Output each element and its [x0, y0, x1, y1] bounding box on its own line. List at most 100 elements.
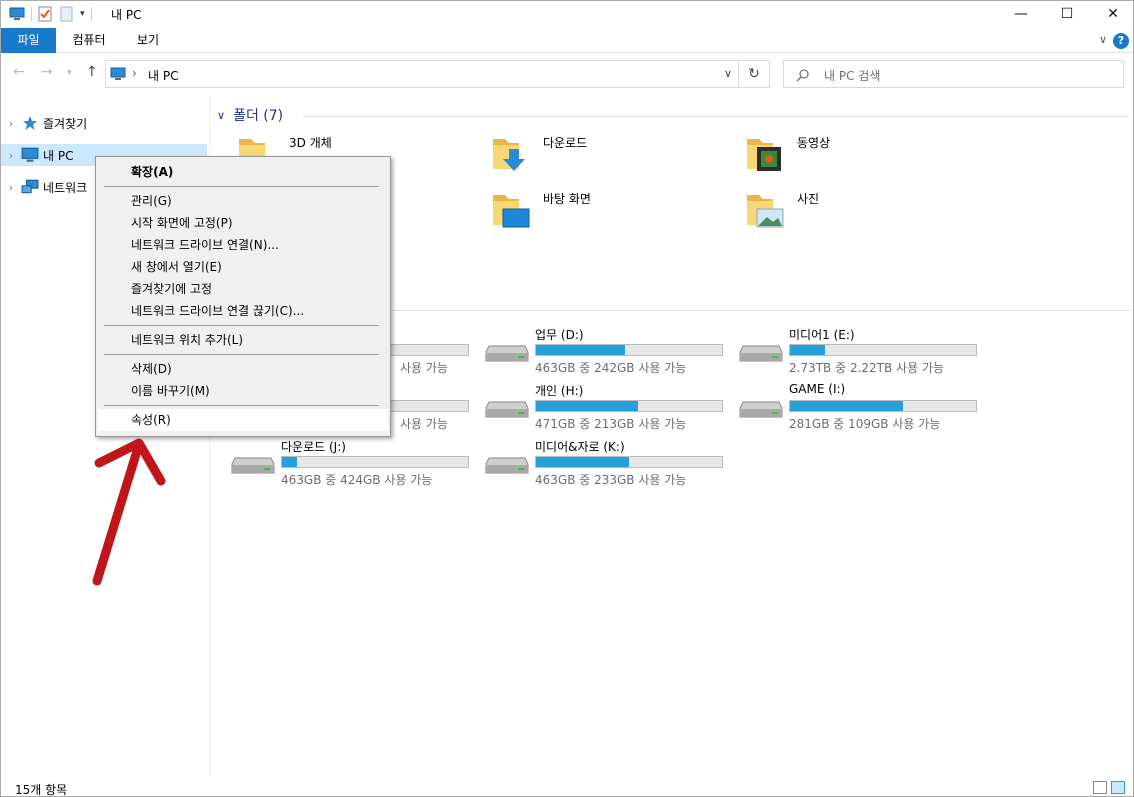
drive-item[interactable]: 다운로드 (J:) 463GB 중 424GB 사용 가능: [231, 438, 481, 490]
drive-usage-bar: [789, 344, 977, 356]
details-view-icon[interactable]: [1093, 781, 1107, 794]
drive-name: 다운로드 (J:): [281, 440, 346, 454]
drive-usage-fill: [790, 345, 826, 355]
expand-chevron-icon[interactable]: ›: [1, 149, 21, 162]
expand-chevron-icon[interactable]: ›: [1, 117, 21, 130]
drive-usage-bar: [281, 456, 469, 468]
folder-item[interactable]: 사진: [745, 189, 995, 237]
menu-item-add-network-location[interactable]: 네트워크 위치 추가(L): [98, 329, 388, 351]
sidebar-item-label: 즐겨찾기: [43, 116, 88, 131]
menu-item-map-network-drive[interactable]: 네트워크 드라이브 연결(N)...: [98, 234, 388, 256]
menu-separator: [104, 405, 379, 406]
ribbon-tabs: 파일 컴퓨터 보기 ∨ ?: [1, 28, 1133, 53]
new-folder-icon[interactable]: [60, 6, 74, 22]
tab-file[interactable]: 파일: [1, 28, 56, 53]
drive-name: 개인 (H:): [535, 384, 584, 398]
sidebar-item-label: 내 PC: [43, 148, 74, 163]
expand-chevron-icon[interactable]: ›: [1, 181, 21, 194]
menu-item-open-new-window[interactable]: 새 창에서 열기(E): [98, 256, 388, 278]
file-explorer-window: ▾ 내 PC — ☐ ✕ 파일 컴퓨터 보기 ∨ ? ← → ▾ ↑ › 내 P…: [0, 0, 1134, 797]
drive-usage-fill: [790, 401, 904, 411]
drive-free-space: 사용 가능: [400, 361, 448, 375]
menu-item-properties[interactable]: 속성(R): [98, 409, 388, 431]
tab-view[interactable]: 보기: [125, 28, 171, 53]
drive-free-space: 463GB 중 424GB 사용 가능: [281, 473, 433, 487]
pictures-folder-icon: [747, 195, 784, 228]
drive-free-space: 463GB 중 242GB 사용 가능: [535, 361, 687, 375]
folder-item[interactable]: 바탕 화면: [491, 189, 741, 237]
search-input[interactable]: 내 PC 검색: [783, 60, 1124, 88]
collapse-chevron-icon[interactable]: ∨: [217, 109, 225, 122]
drive-usage-bar: [535, 456, 723, 468]
navigation-bar: ← → ▾ ↑ › 내 PC ∨ ↻ 내 PC 검색: [1, 59, 1133, 89]
drive-item[interactable]: GAME (I:) 281GB 중 109GB 사용 가능: [739, 382, 989, 434]
recent-locations-icon[interactable]: ▾: [67, 68, 72, 78]
drive-item[interactable]: 개인 (H:) 471GB 중 213GB 사용 가능: [485, 382, 735, 434]
forward-arrow-icon[interactable]: →: [41, 64, 53, 80]
sidebar-item-label: 네트워크: [43, 180, 88, 195]
drive-item[interactable]: 미디어&자로 (K:) 463GB 중 233GB 사용 가능: [485, 438, 735, 490]
menu-item-delete[interactable]: 삭제(D): [98, 358, 388, 380]
divider: [90, 7, 92, 21]
folders-group-header[interactable]: ∨ 폴더 (7): [217, 105, 283, 125]
downloads-folder-icon: [493, 139, 525, 171]
drive-usage-fill: [282, 457, 297, 467]
expand-ribbon-icon[interactable]: ∨: [1099, 33, 1107, 46]
status-bar: 15개 항목: [1, 778, 1133, 797]
drive-item[interactable]: 미디어1 (E:) 2.73TB 중 2.22TB 사용 가능: [739, 326, 989, 378]
breadcrumb-chevron-icon[interactable]: ›: [132, 66, 137, 80]
folder-name: 바탕 화면: [543, 192, 591, 206]
item-count: 15개 항목: [15, 783, 68, 797]
view-switcher: [1093, 781, 1125, 794]
annotation-arrow-icon: [92, 438, 166, 586]
hard-drive-icon: [485, 457, 529, 474]
menu-item-manage[interactable]: 관리(G): [98, 190, 388, 212]
videos-folder-icon: [747, 139, 781, 171]
drive-usage-bar: [535, 400, 723, 412]
window-title: 내 PC: [111, 8, 142, 22]
network-icon: [21, 179, 39, 194]
drive-usage-bar: [535, 344, 723, 356]
drive-item[interactable]: 업무 (D:) 463GB 중 242GB 사용 가능: [485, 326, 735, 378]
computer-icon: [110, 67, 126, 80]
hard-drive-icon: [231, 457, 275, 474]
help-button[interactable]: ?: [1113, 33, 1129, 49]
drive-free-space: 281GB 중 109GB 사용 가능: [789, 417, 941, 431]
drive-free-space: 463GB 중 233GB 사용 가능: [535, 473, 687, 487]
folder-name: 동영상: [797, 136, 831, 150]
address-history-dropdown-icon[interactable]: ∨: [724, 67, 732, 80]
sidebar-item-favorites[interactable]: › 즐겨찾기: [1, 112, 207, 134]
hard-drive-icon: [739, 401, 783, 418]
tab-computer[interactable]: 컴퓨터: [63, 28, 115, 53]
breadcrumb[interactable]: 내 PC: [148, 67, 178, 84]
minimize-button[interactable]: —: [998, 1, 1044, 27]
large-icons-view-icon[interactable]: [1111, 781, 1125, 794]
folder-item[interactable]: 다운로드: [491, 133, 741, 181]
up-arrow-icon[interactable]: ↑: [86, 64, 98, 80]
menu-item-pin-to-start[interactable]: 시작 화면에 고정(P): [98, 212, 388, 234]
refresh-button[interactable]: ↻: [739, 60, 770, 88]
menu-item-expand[interactable]: 확장(A): [98, 161, 388, 183]
back-arrow-icon[interactable]: ←: [13, 64, 25, 80]
maximize-button[interactable]: ☐: [1044, 1, 1090, 27]
context-menu: 확장(A) 관리(G) 시작 화면에 고정(P) 네트워크 드라이브 연결(N)…: [95, 156, 391, 437]
folder-item[interactable]: 동영상: [745, 133, 995, 181]
address-bar[interactable]: › 내 PC ∨: [105, 60, 739, 88]
desktop-folder-icon: [493, 195, 530, 228]
menu-separator: [104, 325, 379, 326]
customize-toolbar-icon[interactable]: ▾: [80, 9, 85, 19]
computer-icon: [9, 7, 25, 20]
title-bar: ▾ 내 PC — ☐ ✕: [1, 1, 1133, 27]
menu-item-disconnect-network-drive[interactable]: 네트워크 드라이브 연결 끊기(C)...: [98, 300, 388, 322]
properties-icon[interactable]: [38, 6, 52, 22]
drive-usage-fill: [536, 345, 626, 355]
star-icon: [23, 116, 37, 130]
menu-item-pin-to-favorites[interactable]: 즐겨찾기에 고정: [98, 278, 388, 300]
menu-item-rename[interactable]: 이름 바꾸기(M): [98, 380, 388, 402]
search-icon: [796, 69, 809, 82]
group-title: 폴더 (7): [233, 108, 284, 124]
drive-usage-bar: [789, 400, 977, 412]
hard-drive-icon: [739, 345, 783, 362]
close-button[interactable]: ✕: [1090, 1, 1134, 27]
drive-free-space: 471GB 중 213GB 사용 가능: [535, 417, 687, 431]
